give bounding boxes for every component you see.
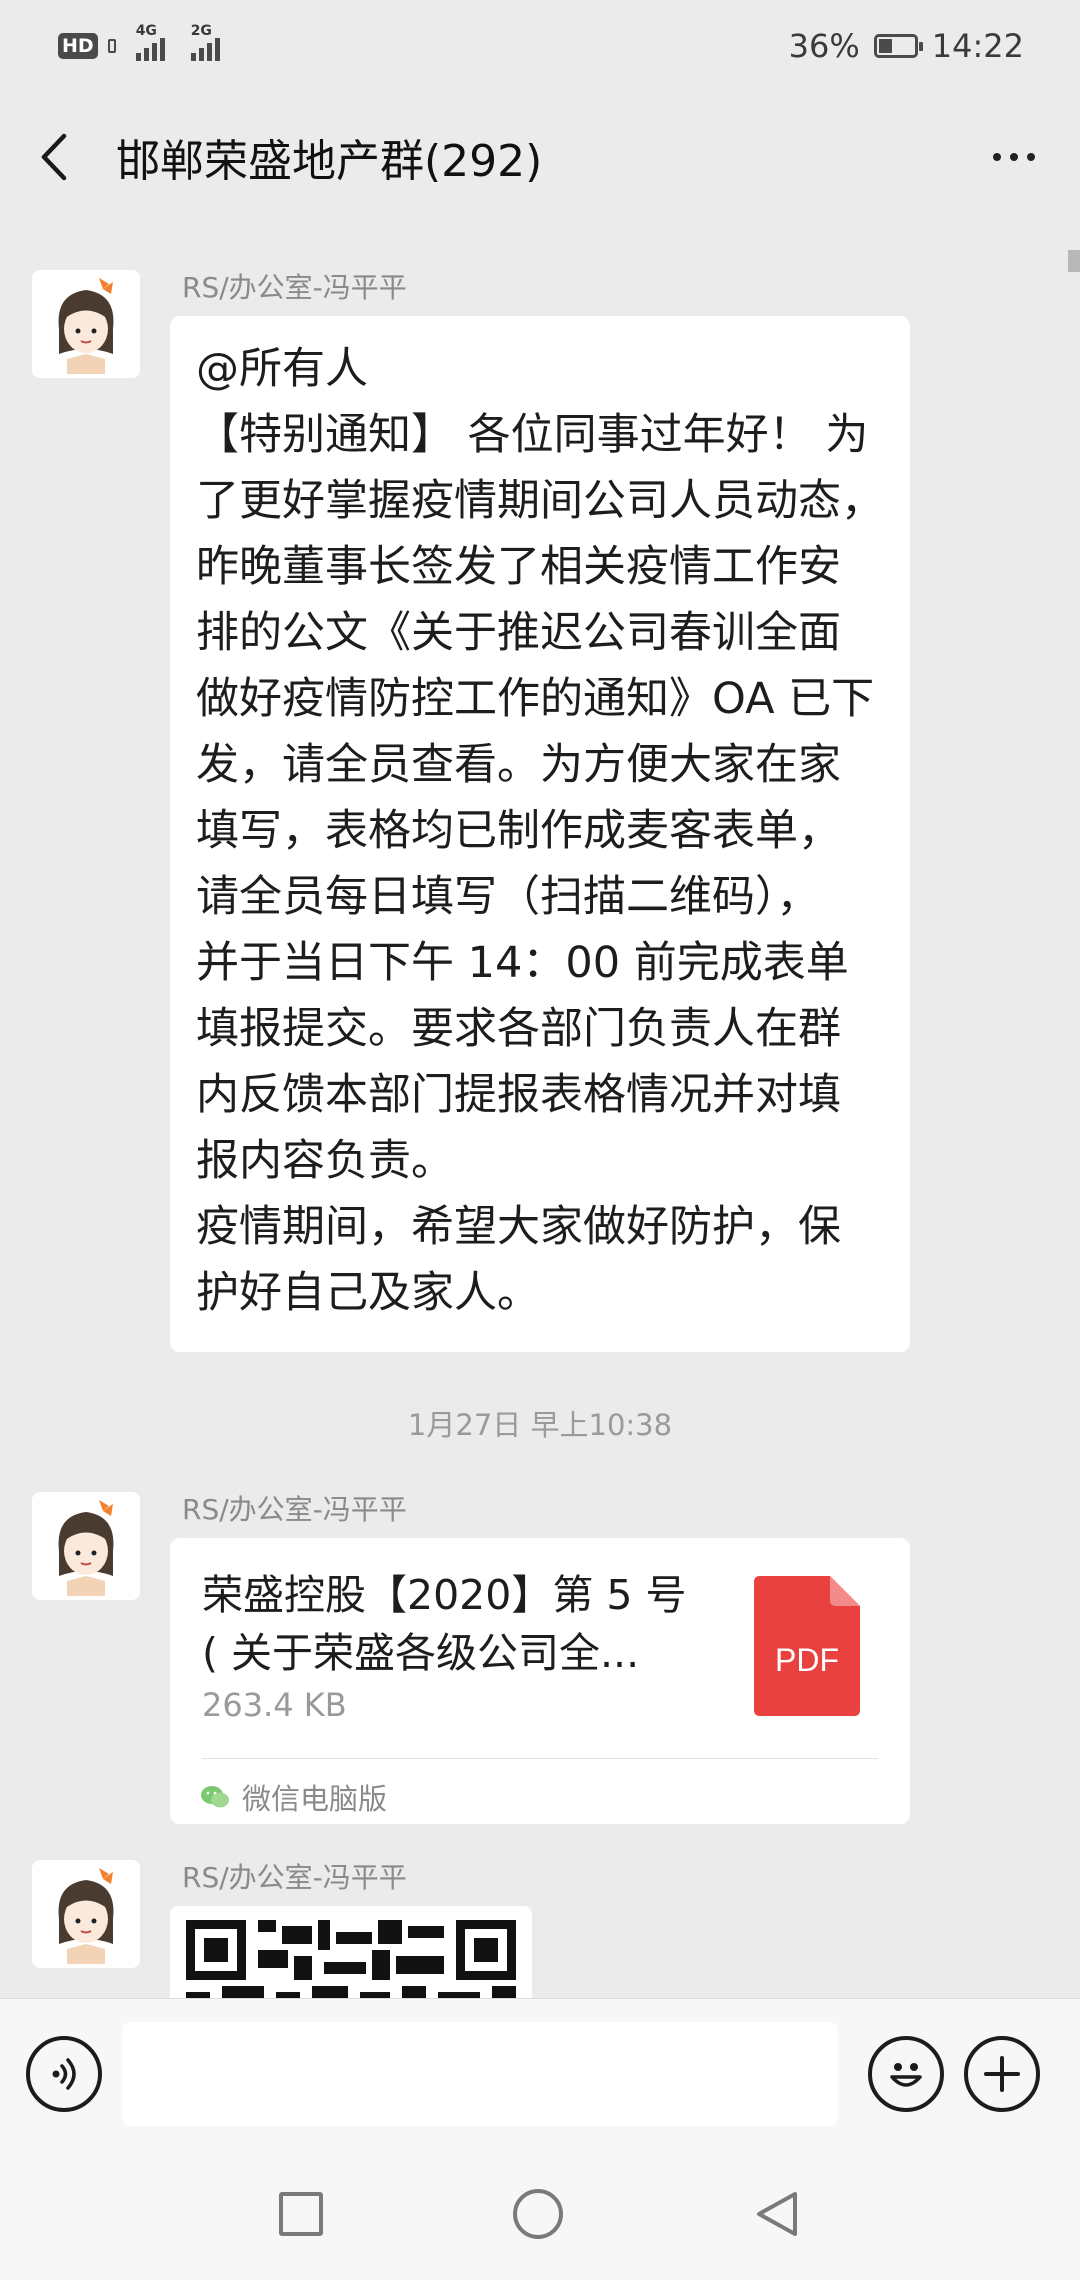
- plus-icon: [984, 2055, 1020, 2092]
- battery-icon: [873, 34, 923, 58]
- sim-icon: [107, 39, 116, 53]
- file-name-line2: ( 关于荣盛各级公司全...: [202, 1629, 640, 1677]
- sender-name: RS/办公室-冯平平: [182, 1861, 407, 1894]
- message-bubble[interactable]: @所有人【特别通知】 各位同事过年好！ 为了更好掌握疫情期间公司人员动态， 昨晚董…: [170, 316, 910, 1352]
- message-line: 疫情期间，希望大家做好防护，保: [196, 1202, 841, 1252]
- scrollbar[interactable]: [1068, 250, 1080, 272]
- message-line: 发，请全员查看。为方便大家在家: [196, 740, 841, 790]
- clock: 14:22: [931, 27, 1024, 65]
- message-line: @所有人: [196, 344, 368, 394]
- file-source-label: 微信电脑版: [242, 1782, 388, 1816]
- avatar[interactable]: [32, 270, 140, 378]
- file-name-line1: 荣盛控股【2020】第 5 号: [202, 1571, 687, 1619]
- message-line: 护好自己及家人。: [196, 1268, 540, 1318]
- back-icon[interactable]: [36, 127, 86, 187]
- message-image: RS/办公室-冯平平: [32, 1860, 532, 2006]
- avatar[interactable]: [32, 1492, 140, 1600]
- divider: [202, 1758, 878, 1759]
- recents-button[interactable]: [279, 2192, 323, 2236]
- qr-code-image[interactable]: [170, 1906, 532, 2006]
- file-source: 微信电脑版: [200, 1776, 387, 1818]
- message-line: 排的公文《关于推迟公司春训全面: [196, 608, 841, 658]
- message-text: RS/办公室-冯平平 @所有人【特别通知】 各位同事过年好！ 为了更好掌握疫情期…: [32, 270, 910, 1352]
- emoji-icon: [890, 2062, 922, 2087]
- sender-name: RS/办公室-冯平平: [182, 1493, 407, 1526]
- avatar[interactable]: [32, 1860, 140, 1968]
- input-bar: [0, 1998, 1080, 2148]
- timestamp: 1月27日 早上10:38: [407, 1408, 673, 1442]
- status-bar: HD 4G 2G 36% 14:22: [0, 0, 1080, 92]
- message-line: 请全员每日填写（扫描二维码），: [196, 872, 820, 922]
- emoji-button[interactable]: [868, 2035, 944, 2112]
- status-right: 36% 14:22: [789, 27, 1024, 65]
- voice-icon: [52, 2057, 76, 2090]
- signal-2g-icon: 2G: [190, 23, 220, 61]
- plus-button[interactable]: [964, 2035, 1040, 2112]
- net-label-1: 4G: [135, 23, 157, 39]
- message-line: 填报提交。要求各部门负责人在群: [196, 1004, 841, 1054]
- nav-back-button[interactable]: [753, 2189, 801, 2239]
- net-label-2: 2G: [190, 23, 212, 39]
- message-line: 填写，表格均已制作成麦客表单，: [196, 806, 841, 856]
- file-card[interactable]: 荣盛控股【2020】第 5 号 ( 关于荣盛各级公司全... 263.4 KB …: [170, 1538, 910, 1824]
- message-line: 并于当日下午 14：00 前完成表单: [196, 938, 849, 988]
- home-button[interactable]: [513, 2189, 563, 2239]
- wechat-icon: [201, 1786, 229, 1808]
- voice-button[interactable]: [26, 2035, 102, 2112]
- chat-header: 邯郸荣盛地产群(292): [0, 92, 1080, 222]
- message-input[interactable]: [122, 2021, 838, 2126]
- sender-name: RS/办公室-冯平平: [182, 271, 407, 304]
- triangle-back-icon: [757, 2192, 797, 2236]
- message-line: 内反馈本部门提报表格情况并对填: [196, 1070, 841, 1120]
- hd-badge: HD: [58, 33, 98, 59]
- pdf-icon: PDF: [754, 1576, 860, 1716]
- more-icon[interactable]: [984, 137, 1044, 177]
- message-line: 了更好掌握疫情期间公司人员动态，: [196, 476, 884, 526]
- message-line: 昨晚董事长签发了相关疫情工作安: [196, 542, 841, 592]
- pdf-label: PDF: [775, 1642, 839, 1678]
- chat-title: 邯郸荣盛地产群(292): [116, 136, 543, 187]
- signal-4g-icon: 4G: [135, 23, 165, 61]
- system-nav-bar: [0, 2148, 1080, 2280]
- message-file: RS/办公室-冯平平 荣盛控股【2020】第 5 号 ( 关于荣盛各级公司全..…: [32, 1492, 910, 1824]
- message-line: 做好疫情防控工作的通知》OA 已下: [196, 674, 875, 724]
- message-line: 报内容负责。: [196, 1136, 454, 1186]
- message-line: 【特别通知】 各位同事过年好！ 为: [196, 410, 869, 460]
- battery-percent: 36%: [788, 27, 860, 65]
- status-left: HD 4G 2G: [58, 23, 220, 61]
